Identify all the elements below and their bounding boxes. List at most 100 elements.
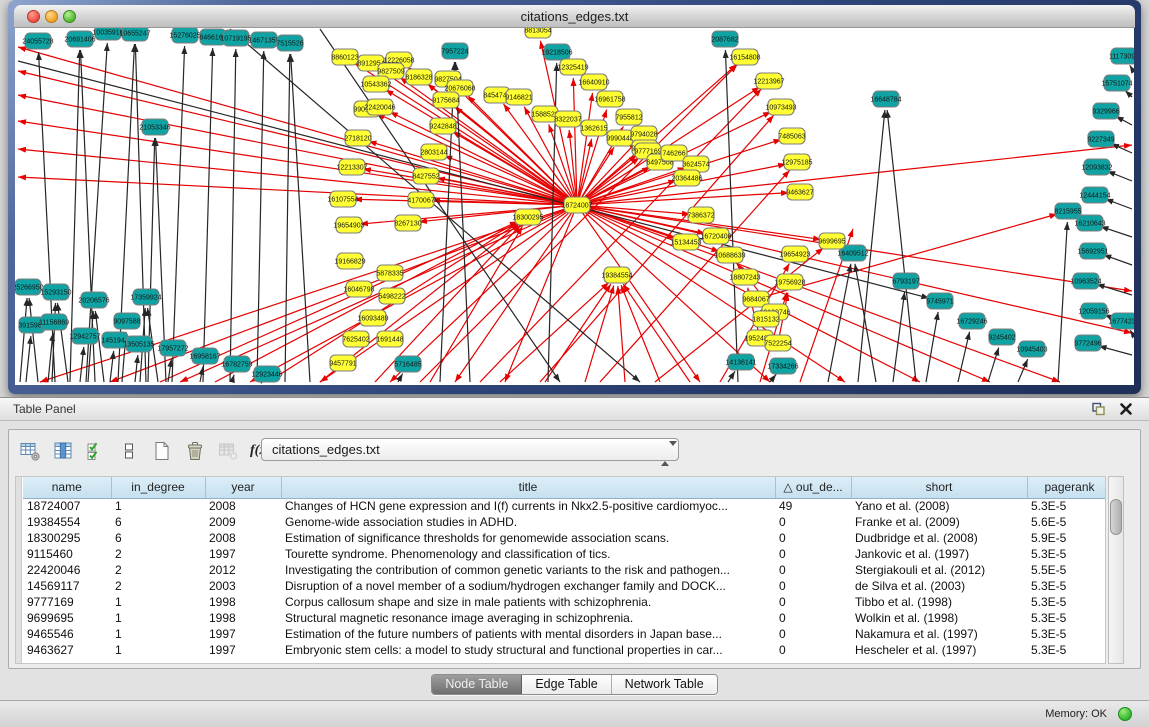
- table-row[interactable]: 1456911722003Disruption of a novel membe…: [23, 578, 1106, 594]
- graph-node-label: 9245402: [988, 335, 1015, 342]
- zoom-window-button[interactable]: [63, 10, 76, 23]
- graph-node-label: 10688639: [714, 253, 745, 260]
- row-pair-icon[interactable]: [118, 440, 140, 462]
- table-cell: 14569117: [23, 578, 111, 594]
- table-tabs-bar: Node TableEdge TableNetwork Table: [0, 674, 1149, 695]
- graph-node-label: 24055728: [22, 39, 53, 46]
- table-cell: 6: [111, 530, 205, 546]
- delete-table-icon: [217, 440, 239, 462]
- graph-node-label: 13505135: [123, 342, 154, 349]
- table-row[interactable]: 2242004622012Investigating the contribut…: [23, 562, 1106, 578]
- node-table: namein_degreeyeartitle△ out_de...shortpa…: [15, 476, 1106, 664]
- table-header-row: namein_degreeyeartitle△ out_de...shortpa…: [23, 477, 1106, 498]
- graph-node-label: 16409512: [837, 251, 868, 258]
- graph-node-label: 19654903: [333, 223, 364, 230]
- graph-node-label: 20691406: [64, 37, 95, 44]
- table-row[interactable]: 977716911998Corpus callosum shape and si…: [23, 594, 1106, 610]
- graph-node-label: 2087682: [711, 37, 738, 44]
- column-header-indegree[interactable]: in_degree: [111, 477, 205, 498]
- close-window-button[interactable]: [27, 10, 40, 23]
- column-header-outde[interactable]: △ out_de...: [775, 477, 851, 498]
- column-header-year[interactable]: year: [205, 477, 281, 498]
- table-cell: 0: [775, 562, 851, 578]
- table-row[interactable]: 1872400712008Changes of HCN gene express…: [23, 498, 1106, 514]
- graph-node-label: 19384554: [601, 273, 632, 280]
- network-table-select[interactable]: citations_edges.txt: [261, 438, 679, 461]
- table-cell: Estimation of significance thresholds fo…: [281, 530, 775, 546]
- new-file-icon[interactable]: [151, 440, 173, 462]
- close-panel-icon[interactable]: [1118, 401, 1134, 417]
- table-row[interactable]: 911546021997Tourette syndrome. Phenomeno…: [23, 546, 1106, 562]
- table-cell: Franke et al. (2009): [851, 514, 1027, 530]
- graph-node-label: 17334266: [767, 364, 798, 371]
- table-cell: Yano et al. (2008): [851, 498, 1027, 514]
- network-graph[interactable]: 2405572820691406100359181065524715276025…: [15, 28, 1134, 385]
- graph-node-label: 12213307: [336, 165, 367, 172]
- graph-node-label: 17359924: [130, 295, 161, 302]
- graph-edge: [577, 93, 592, 205]
- memory-status-icon: [1118, 707, 1132, 721]
- graph-node-label: 15276025: [169, 33, 200, 40]
- column-header-pagerank[interactable]: pagerank: [1027, 477, 1106, 498]
- table-cell: 5.3E-5: [1027, 610, 1106, 626]
- table-cell: Hescheler et al. (1997): [851, 642, 1027, 658]
- table-cell: 0: [775, 578, 851, 594]
- tab-node-table[interactable]: Node Table: [432, 675, 522, 694]
- table-row[interactable]: 969969511998Structural magnetic resonanc…: [23, 610, 1106, 626]
- table-toolbar: f(x): [19, 438, 271, 464]
- table-row[interactable]: 1938455462009Genome-wide association stu…: [23, 514, 1106, 530]
- graph-edge: [770, 375, 776, 382]
- vertical-scrollbar[interactable]: [1108, 476, 1124, 664]
- graph-node-label: 7955812: [615, 115, 642, 122]
- column-header-name[interactable]: name: [23, 477, 111, 498]
- table-panel: Table Panel f(x) citations_edges.txt nam…: [0, 397, 1149, 700]
- table-cell: de Silva et al. (2003): [851, 578, 1027, 594]
- graph-edge: [291, 54, 310, 382]
- table-cell: 22420046: [23, 562, 111, 578]
- scrollbar-thumb[interactable]: [1110, 499, 1122, 535]
- table-cell: 1: [111, 626, 205, 642]
- table-row[interactable]: 1830029562008Estimation of significance …: [23, 530, 1106, 546]
- network-view-canvas[interactable]: 2405572820691406100359181065524715276025…: [15, 28, 1134, 385]
- table-cell: 0: [775, 594, 851, 610]
- tab-edge-table[interactable]: Edge Table: [522, 675, 611, 694]
- table-cell: 2: [111, 562, 205, 578]
- minimize-window-button[interactable]: [45, 10, 58, 23]
- graph-edge: [621, 285, 660, 382]
- graph-edge: [1058, 222, 1067, 382]
- graph-edge: [728, 371, 735, 382]
- table-cell: 1: [111, 642, 205, 658]
- table-row[interactable]: 946554611997Estimation of the future num…: [23, 626, 1106, 642]
- table-cell: 9463627: [23, 642, 111, 658]
- graph-edge: [577, 205, 1132, 333]
- graph-edge: [440, 62, 455, 382]
- graph-node-label: 18300295: [512, 215, 543, 222]
- tab-network-table[interactable]: Network Table: [612, 675, 717, 694]
- window-titlebar[interactable]: citations_edges.txt: [14, 5, 1135, 28]
- trash-icon[interactable]: [184, 440, 206, 462]
- float-window-icon[interactable]: [1090, 401, 1107, 418]
- table-settings-icon[interactable]: [19, 440, 41, 462]
- column-header-short[interactable]: short: [851, 477, 1027, 498]
- table-cell: 5.3E-5: [1027, 642, 1106, 658]
- column-header-title[interactable]: title: [281, 477, 775, 498]
- graph-node-label: 11173094: [1109, 54, 1134, 61]
- table-cell: 5.3E-5: [1027, 578, 1106, 594]
- table-cell: 0: [775, 642, 851, 658]
- row-checkboxes-icon[interactable]: [85, 440, 107, 462]
- graph-edge: [18, 95, 577, 205]
- column-chooser-icon[interactable]: [52, 440, 74, 462]
- graph-node-label: 16154808: [729, 55, 760, 62]
- table-panel-header: Table Panel: [0, 398, 1149, 421]
- table-cell: 5.6E-5: [1027, 514, 1106, 530]
- graph-edge: [1107, 171, 1132, 181]
- combo-spinner-icon: [661, 443, 670, 464]
- graph-edge: [828, 264, 851, 382]
- graph-node-label: 8215955: [1054, 209, 1081, 216]
- table-panel-body: f(x) citations_edges.txt namein_degreeye…: [8, 429, 1141, 669]
- graph-edge: [1125, 91, 1132, 97]
- table-row[interactable]: 946362711997Embryonic stem cells: a mode…: [23, 642, 1106, 658]
- graph-node-label: 9794028: [630, 132, 657, 139]
- table-cell: 1997: [205, 546, 281, 562]
- table-panel-title: Table Panel: [13, 402, 76, 416]
